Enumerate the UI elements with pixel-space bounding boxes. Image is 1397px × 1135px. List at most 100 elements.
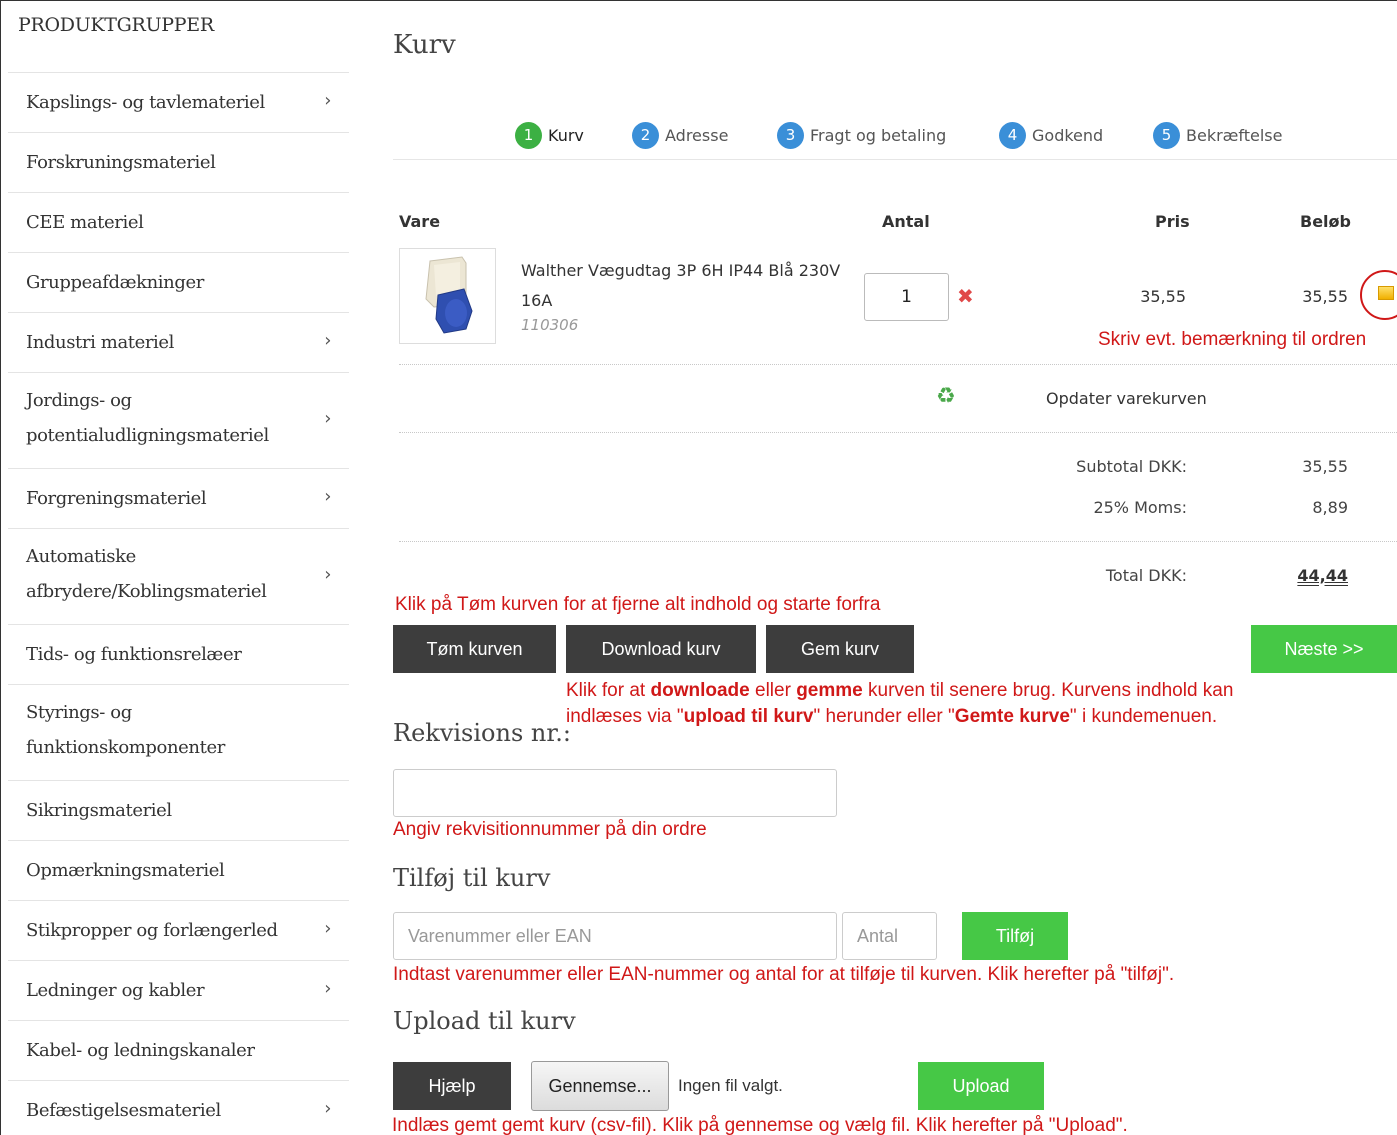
sidebar-title: PRODUKTGRUPPER — [18, 14, 214, 36]
page-title: Kurv — [393, 30, 456, 60]
sidebar-item[interactable]: Gruppeafdækninger — [8, 252, 349, 312]
sidebar-item-label: Befæstigelsesmateriel — [26, 1100, 221, 1121]
product-image[interactable] — [399, 248, 496, 344]
rekvisition-annotation: Angiv rekvisitionnummer på din ordre — [393, 819, 707, 840]
sidebar-item-label: Jordings- og potentialudligningsmateriel — [26, 390, 269, 446]
vat-value: 8,89 — [1312, 498, 1348, 517]
sidebar-item-label: Tids- og funktionsrelæer — [26, 644, 242, 665]
sidebar-item-label: Stikpropper og forlængerled — [26, 920, 278, 941]
line-price: 35,55 — [1140, 287, 1186, 306]
product-name[interactable]: Walther Vægudtag 3P 6H IP44 Blå 230V 16A — [521, 256, 861, 316]
step-number: 1 — [515, 121, 542, 149]
chevron-right-icon: › — [324, 408, 331, 429]
sidebar-item[interactable]: Opmærkningsmateriel — [8, 840, 349, 900]
sidebar-item[interactable]: Kabel- og ledningskanaler — [8, 1020, 349, 1080]
sidebar-item[interactable]: Sikringsmateriel — [8, 780, 349, 840]
step-label: Bekræftelse — [1186, 125, 1283, 145]
chevron-right-icon: › — [324, 90, 331, 111]
sidebar-item[interactable]: Forskruningsmateriel — [8, 132, 349, 192]
product-sku: 110306 — [521, 316, 579, 334]
step-number: 2 — [632, 121, 659, 149]
rekvisition-title: Rekvisions nr.: — [393, 719, 571, 747]
sidebar-item[interactable]: Tids- og funktionsrelæer — [8, 624, 349, 684]
step-fragt[interactable]: 3 Fragt og betaling — [777, 120, 946, 150]
sidebar-item-label: Ledninger og kabler — [26, 980, 205, 1001]
total-value: 44,44 — [1297, 566, 1348, 585]
empty-cart-button[interactable]: Tøm kurven — [393, 625, 556, 673]
sidebar-item-label: Forgreningsmateriel — [26, 488, 207, 509]
sidebar-item[interactable]: Jordings- og potentialudligningsmateriel › — [8, 372, 349, 468]
empty-cart-annotation: Klik på Tøm kurven for at fjerne alt ind… — [395, 594, 881, 615]
quantity-input[interactable] — [864, 273, 949, 321]
refresh-icon[interactable]: ♻ — [936, 384, 956, 409]
next-button[interactable]: Næste >> — [1251, 625, 1397, 673]
chevron-right-icon: › — [324, 330, 331, 351]
chevron-right-icon: › — [324, 918, 331, 939]
sidebar-item-label: Styrings- og funktionskomponenter — [26, 702, 225, 758]
sidebar-item[interactable]: Industri materiel › — [8, 312, 349, 372]
subtotal-value: 35,55 — [1302, 457, 1348, 476]
chevron-right-icon: › — [324, 564, 331, 585]
sidebar-item[interactable]: Befæstigelsesmateriel › — [8, 1080, 349, 1135]
step-label: Kurv — [548, 125, 584, 145]
sidebar-item[interactable]: Automatiske afbrydere/Koblingsmateriel › — [8, 528, 349, 624]
download-cart-button[interactable]: Download kurv — [566, 625, 756, 673]
sidebar-item-label: Automatiske afbrydere/Koblingsmateriel — [26, 546, 267, 602]
sku-input[interactable] — [393, 912, 837, 960]
step-bekraeftelse[interactable]: 5 Bekræftelse — [1153, 120, 1282, 150]
divider — [399, 432, 1397, 433]
step-godkend[interactable]: 4 Godkend — [999, 120, 1103, 150]
upload-title: Upload til kurv — [393, 1007, 576, 1035]
page-frame-left — [0, 0, 1, 1135]
sidebar-item-label: Kabel- og ledningskanaler — [26, 1040, 255, 1061]
add-to-cart-title: Tilføj til kurv — [393, 864, 551, 892]
save-cart-button[interactable]: Gem kurv — [766, 625, 914, 673]
add-qty-input[interactable] — [842, 912, 937, 960]
column-header-amount: Beløb — [1300, 212, 1351, 231]
rekvisition-input[interactable] — [393, 769, 837, 817]
sidebar-item[interactable]: Stikpropper og forlængerled › — [8, 900, 349, 960]
sidebar-item[interactable]: CEE materiel — [8, 192, 349, 252]
total-label: Total DKK: — [1105, 566, 1187, 585]
chevron-right-icon: › — [324, 978, 331, 999]
sidebar-item-label: CEE materiel — [26, 212, 144, 233]
save-annotation: Klik for at downloade eller gemme kurven… — [566, 680, 1234, 727]
browse-button[interactable]: Gennemse... — [531, 1061, 669, 1111]
sidebar-item-label: Forskruningsmateriel — [26, 152, 216, 173]
step-number: 3 — [777, 121, 804, 149]
divider — [399, 541, 1397, 542]
checkout-steps: 1 Kurv 2 Adresse 3 Fragt og betaling 4 G… — [393, 120, 1397, 160]
chevron-right-icon: › — [324, 486, 331, 507]
sidebar-item[interactable]: Kapslings- og tavlemateriel › — [8, 72, 349, 132]
subtotal-label: Subtotal DKK: — [1076, 457, 1187, 476]
add-annotation: Indtast varenummer eller EAN-nummer og a… — [393, 964, 1175, 985]
divider — [399, 364, 1397, 365]
no-file-label: Ingen fil valgt. — [678, 1076, 783, 1095]
highlight-circle — [1360, 270, 1397, 320]
step-label: Adresse — [665, 125, 729, 145]
help-button[interactable]: Hjælp — [393, 1062, 511, 1110]
line-amount: 35,55 — [1302, 287, 1348, 306]
sidebar-item[interactable]: Styrings- og funktionskomponenter — [8, 684, 349, 780]
upload-button[interactable]: Upload — [918, 1062, 1044, 1110]
sidebar-item[interactable]: Forgreningsmateriel › — [8, 468, 349, 528]
step-label: Fragt og betaling — [810, 125, 947, 145]
step-number: 5 — [1153, 121, 1180, 149]
sidebar-item-label: Industri materiel — [26, 332, 175, 353]
remove-item-icon[interactable]: ✖ — [957, 284, 974, 308]
column-header-item: Vare — [399, 212, 441, 231]
sidebar-item-label: Opmærkningsmateriel — [26, 860, 225, 881]
note-annotation: Skriv evt. bemærkning til ordren — [1098, 329, 1367, 350]
upload-annotation: Indlæs gemt gemt kurv (csv-fil). Klik på… — [392, 1115, 1128, 1135]
page-frame-top — [0, 0, 1397, 1]
vat-label: 25% Moms: — [1093, 498, 1187, 517]
update-cart-link[interactable]: Opdater varekurven — [1046, 389, 1207, 408]
sidebar-item[interactable]: Ledninger og kabler › — [8, 960, 349, 1020]
step-kurv[interactable]: 1 Kurv — [515, 120, 584, 150]
add-button[interactable]: Tilføj — [962, 912, 1068, 960]
sidebar-item-label: Sikringsmateriel — [26, 800, 172, 821]
step-label: Godkend — [1032, 125, 1104, 145]
step-adresse[interactable]: 2 Adresse — [632, 120, 728, 150]
column-header-qty: Antal — [882, 212, 930, 231]
sidebar-item-label: Kapslings- og tavlemateriel — [26, 92, 265, 113]
